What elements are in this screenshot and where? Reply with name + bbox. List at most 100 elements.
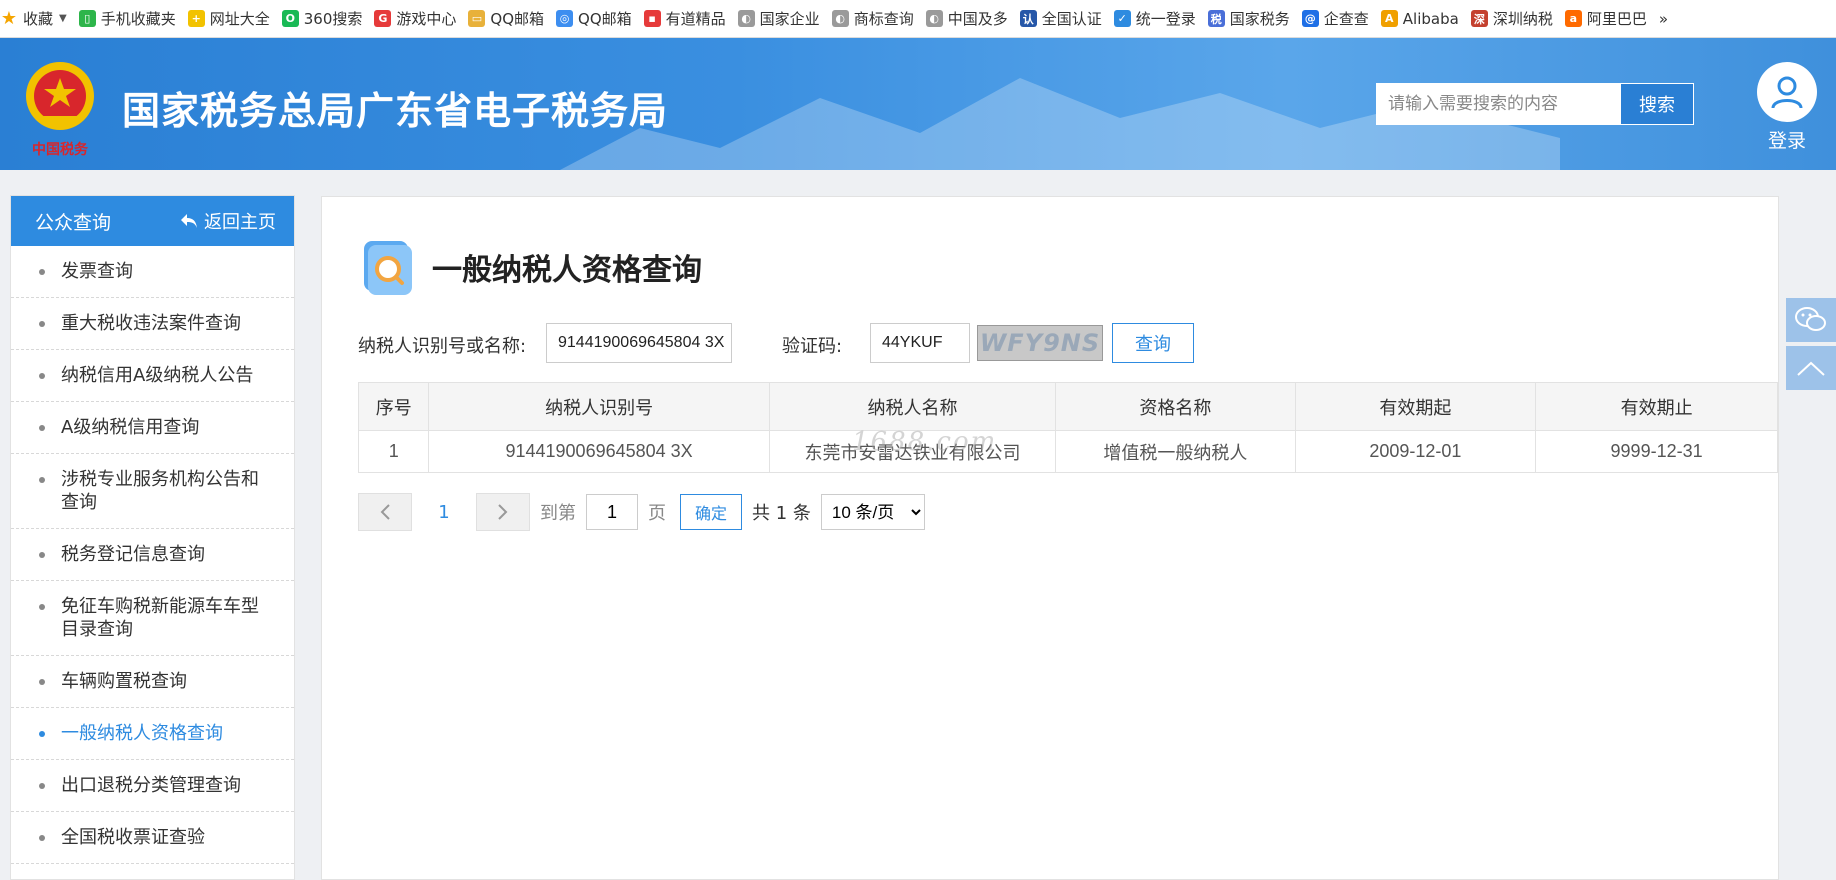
chevron-left-icon xyxy=(380,504,390,520)
bookmark-label: Alibaba xyxy=(1402,9,1459,28)
shield-icon: ✓ xyxy=(1113,10,1131,27)
bookmark-item[interactable]: 税国家税务 xyxy=(1207,8,1290,29)
search-document-icon xyxy=(364,241,412,295)
total-count: 共 1 条 xyxy=(752,503,811,524)
bookmark-item[interactable]: ★ 收藏 ▼ xyxy=(0,8,67,29)
bookmark-item[interactable]: O 360搜索 xyxy=(281,8,362,29)
star-icon: ★ xyxy=(0,8,18,29)
back-home-label: 返回主页 xyxy=(204,212,276,233)
sidebar-item[interactable]: 涉税专业服务机构公告和查询 xyxy=(11,454,294,529)
sidebar-item[interactable]: A级纳税信用查询 xyxy=(11,402,294,454)
bookmark-label: 深圳纳税 xyxy=(1492,10,1553,28)
bookmark-label: 全国认证 xyxy=(1041,10,1102,28)
captcha-input[interactable] xyxy=(870,323,970,363)
youdao-icon: ▪ xyxy=(643,10,661,27)
site-title: 国家税务总局广东省电子税务局 xyxy=(122,89,669,133)
globe-icon: ◐ xyxy=(737,10,755,27)
bookmark-label: 企查查 xyxy=(1323,10,1369,28)
sidebar-menu: 发票查询 重大税收违法案件查询 纳税信用A级纳税人公告 A级纳税信用查询 涉税专业服务机… xyxy=(11,246,294,864)
bookmark-item[interactable]: @ 企查查 xyxy=(1301,8,1369,29)
header-search: 搜索 xyxy=(1376,83,1694,125)
back-to-top-button[interactable] xyxy=(1786,346,1836,390)
login-button[interactable]: 登录 xyxy=(1757,62,1817,153)
national-emblem-icon: 中国税务 xyxy=(26,62,94,158)
bookmark-item[interactable]: + 网址大全 xyxy=(187,8,270,29)
sidebar-item[interactable]: 出口退税分类管理查询 xyxy=(11,760,294,812)
sidebar-item[interactable]: 发票查询 xyxy=(11,246,294,298)
bookmark-item[interactable]: ▪ 有道精品 xyxy=(643,8,726,29)
taxpayer-input[interactable] xyxy=(546,323,732,363)
bookmark-item[interactable]: 认全国认证 xyxy=(1019,8,1102,29)
column-header: 序号 xyxy=(357,382,430,431)
bookmark-label: 国家税务 xyxy=(1229,10,1290,28)
bookmark-label: 统一登录 xyxy=(1135,10,1196,28)
captcha-image[interactable]: WFY9NS xyxy=(977,325,1103,361)
sidebar-item[interactable]: 免征车购税新能源车车型目录查询 xyxy=(11,581,294,656)
back-arrow-icon xyxy=(181,214,197,228)
sidebar-item[interactable]: 车辆购置税查询 xyxy=(11,656,294,708)
bookmark-label: 中国及多 xyxy=(947,10,1008,28)
bookmark-item[interactable]: ✓ 统一登录 xyxy=(1113,8,1196,29)
globe-icon: ◐ xyxy=(925,10,943,27)
pagination: 1 到第 页 确定 共 1 条 10 条/页 xyxy=(358,493,925,531)
wechat-icon xyxy=(1795,307,1826,331)
bookmark-label: 手机收藏夹 xyxy=(100,10,176,28)
wechat-button[interactable] xyxy=(1786,298,1836,342)
sidebar-item[interactable]: 税务登记信息查询 xyxy=(11,529,294,581)
bookmark-label: QQ邮箱 xyxy=(578,10,632,28)
sidebar-item[interactable]: 全国税收票证查验 xyxy=(11,812,294,864)
column-header: 有效期止 xyxy=(1535,382,1778,431)
bookmark-label: 国家企业 xyxy=(759,10,820,28)
table-header-row: 序号 纳税人识别号 纳税人名称 资格名称 有效期起 有效期止 xyxy=(357,382,1778,431)
bookmark-item[interactable]: G 游戏中心 xyxy=(374,8,456,29)
sidebar-item[interactable]: 重大税收违法案件查询 xyxy=(11,298,294,350)
chevron-up-icon xyxy=(1797,361,1825,376)
bookmark-item[interactable]: ◐ 国家企业 xyxy=(737,8,820,29)
bookmark-item[interactable]: ▭ QQ邮箱 xyxy=(468,8,544,29)
table-cell: 9144190069645804 3X xyxy=(428,430,770,473)
bookmarks-more-button[interactable]: » xyxy=(1659,10,1668,28)
bookmark-label: 网址大全 xyxy=(209,10,270,28)
goto-confirm-button[interactable]: 确定 xyxy=(680,494,742,530)
column-header: 纳税人名称 xyxy=(768,382,1057,431)
nav-icon: + xyxy=(187,10,205,27)
bookmark-item[interactable]: ◐ 中国及多 xyxy=(925,8,1008,29)
tax-icon: 税 xyxy=(1207,10,1225,27)
sidebar-title: 公众查询 xyxy=(35,211,112,234)
game-icon: G xyxy=(374,10,392,27)
goto-label: 到第 xyxy=(540,503,576,524)
goto-page-input[interactable] xyxy=(586,494,638,530)
query-button[interactable]: 查询 xyxy=(1112,323,1194,363)
column-header: 资格名称 xyxy=(1055,382,1296,431)
search-input[interactable] xyxy=(1377,84,1620,124)
bookmark-label: 游戏中心 xyxy=(396,10,457,28)
bookmark-item[interactable]: A Alibaba xyxy=(1380,9,1459,28)
svg-text:中国税务: 中国税务 xyxy=(32,141,89,158)
watermark: 1688.com xyxy=(852,427,998,457)
bookmark-item[interactable]: ◎ QQ邮箱 xyxy=(556,8,632,29)
page-number[interactable]: 1 xyxy=(412,502,476,523)
prev-page-button[interactable] xyxy=(358,493,412,531)
qq-mail-icon: ◎ xyxy=(556,10,574,27)
page-title: 一般纳税人资格查询 xyxy=(432,253,702,288)
cert-icon: 认 xyxy=(1019,10,1037,27)
bookmarks-bar: ★ 收藏 ▼ ▯ 手机收藏夹 + 网址大全 O 360搜索 G 游戏中心 ▭ QQ邮箱 ◎ QQ邮箱 ▪ 有道精… xyxy=(0,0,1836,38)
chevron-down-icon[interactable]: ▼ xyxy=(59,13,67,24)
page-header: 一般纳税人资格查询 xyxy=(360,239,702,295)
shenzhen-tax-icon: 深 xyxy=(1470,10,1488,27)
bookmark-item[interactable]: a 阿里巴巴 xyxy=(1564,8,1647,29)
sidebar-item[interactable]: 一般纳税人资格查询 xyxy=(11,708,294,760)
bookmark-item[interactable]: ▯ 手机收藏夹 xyxy=(78,8,176,29)
next-page-button[interactable] xyxy=(476,493,530,531)
result-table: 序号 纳税人识别号 纳税人名称 资格名称 有效期起 有效期止 1 9144190069645… xyxy=(357,382,1778,473)
sidebar-header: 公众查询 返回主页 xyxy=(11,196,294,246)
bookmark-item[interactable]: ◐ 商标查询 xyxy=(831,8,914,29)
query-form: 纳税人识别号或名称: 验证码: WFY9NS 查询 xyxy=(358,323,1758,363)
bookmark-item[interactable]: 深深圳纳税 xyxy=(1470,8,1553,29)
page-size-select[interactable]: 10 条/页 xyxy=(820,494,925,530)
sidebar-item[interactable]: 纳税信用A级纳税人公告 xyxy=(11,350,294,402)
search-button[interactable]: 搜索 xyxy=(1620,84,1693,124)
back-home-button[interactable]: 返回主页 xyxy=(180,208,276,234)
chevron-right-icon xyxy=(498,504,508,520)
user-avatar-icon xyxy=(1757,62,1817,122)
